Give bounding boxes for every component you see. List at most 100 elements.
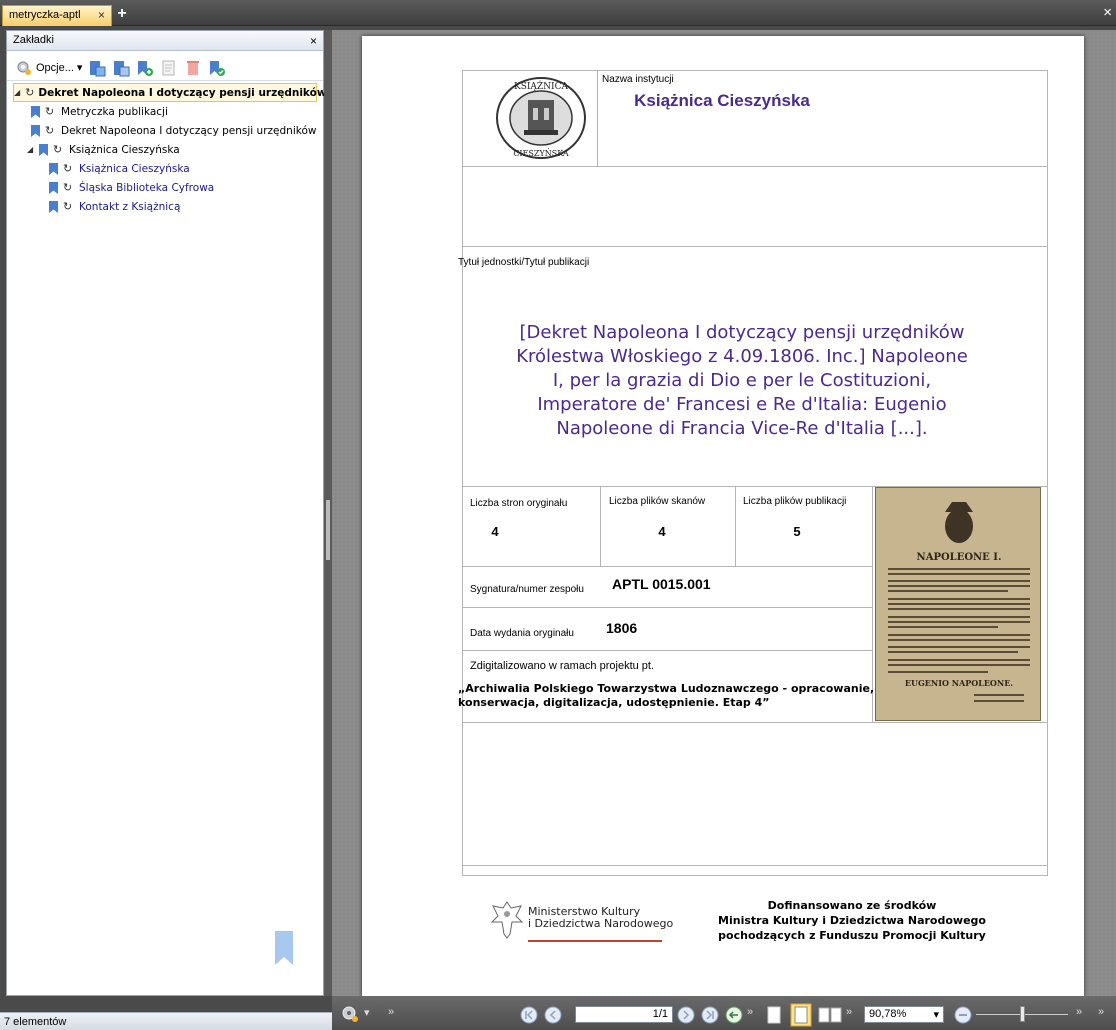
document-viewport[interactable]: KSIĄŻNICA CIESZYŃSKA Nazwa instytucji Ks… <box>332 30 1116 996</box>
first-page-icon[interactable] <box>520 1006 538 1024</box>
project-line: konserwacja, digitalizacja, udostępnieni… <box>458 696 770 709</box>
delete-bookmark-icon[interactable] <box>184 59 202 77</box>
bookmark-label: Książnica Cieszyńska <box>79 162 190 175</box>
scans-label: Liczba plików skanów <box>609 496 706 507</box>
refresh-icon: ↻ <box>63 200 73 213</box>
bookmark-count: 7 elementów <box>4 1016 67 1028</box>
options-button[interactable]: Opcje... ▾ <box>15 59 82 77</box>
funding-note: Dofinansowano ze środków Ministra Kultur… <box>702 898 1002 943</box>
funding-line: pochodzących z Funduszu Promocji Kultury <box>718 929 986 942</box>
collapse-triangle-icon[interactable]: ◢ <box>14 88 20 97</box>
navigation-toolbar: ▾ » 1/1 » » 90,78% ▾ » » <box>332 996 1116 1030</box>
divider <box>462 650 872 651</box>
title-line: Królestwa Włoskiego z 4.09.1806. Inc.] N… <box>516 346 968 367</box>
back-icon[interactable] <box>725 1006 743 1024</box>
date-label: Data wydania oryginału <box>470 628 574 639</box>
more-chevron-icon[interactable]: » <box>1098 1006 1104 1018</box>
refresh-icon: ↻ <box>63 181 73 194</box>
refresh-icon: ↻ <box>45 105 55 118</box>
more-chevron-icon[interactable]: » <box>747 1006 753 1018</box>
refresh-icon: ↻ <box>45 124 55 137</box>
bookmark-item-ksiaznica-group[interactable]: ◢ ↻ Książnica Cieszyńska <box>13 140 323 159</box>
next-page-icon[interactable] <box>677 1006 695 1024</box>
logo-text-bottom: CIESZYŃSKA <box>513 149 569 158</box>
eagle-emblem-icon <box>490 901 524 939</box>
ministry-underline <box>528 940 662 942</box>
bookmark-item-metryczka[interactable]: ↻ Metryczka publikacji <box>13 102 323 121</box>
more-chevron-icon[interactable]: » <box>846 1006 852 1018</box>
institution-name: Książnica Cieszyńska <box>634 91 810 110</box>
new-tab-button[interactable]: + <box>115 6 129 23</box>
collapse-triangle-icon[interactable]: ◢ <box>27 145 39 154</box>
divider <box>735 486 736 566</box>
chevron-down-icon: ▾ <box>933 1009 939 1021</box>
more-chevron-icon[interactable]: » <box>1076 1006 1082 1018</box>
project-name: „Archiwalia Polskiego Towarzystwa Ludozn… <box>458 682 878 710</box>
bookmarks-panel-title: Zakładki <box>13 34 54 46</box>
pages-label: Liczba stron oryginału <box>470 498 568 509</box>
divider <box>462 246 1048 247</box>
chevron-down-icon: ▾ <box>76 62 83 74</box>
single-page-icon[interactable] <box>766 1006 782 1024</box>
bookmark-icon <box>49 200 58 213</box>
page-number-field[interactable]: 1/1 <box>575 1006 673 1023</box>
ministry-name: Ministerstwo Kultury i Dziedzictwa Narod… <box>528 906 678 930</box>
metadata-table <box>462 70 1048 876</box>
zoom-out-icon[interactable] <box>954 1006 972 1024</box>
window-close-icon[interactable]: × <box>1103 4 1112 21</box>
add-bookmark-icon[interactable] <box>136 59 154 77</box>
bookmark-watermark-icon <box>275 931 293 965</box>
continuous-page-icon[interactable] <box>790 1003 812 1027</box>
bookmark-item-sbc-link[interactable]: ↻ Śląska Biblioteka Cyfrowa <box>13 178 323 197</box>
funding-line: Ministra Kultury i Dziedzictwa Narodoweg… <box>718 914 986 927</box>
bookmark-icon <box>49 162 58 175</box>
funding-line: Dofinansowano ze środków <box>767 899 937 912</box>
ksiaznica-logo: KSIĄŻNICA CIESZYŃSKA <box>496 77 586 159</box>
bookmark-tree: ◢ ↻ Dekret Napoleona I dotyczący pensji … <box>7 81 327 216</box>
title-label: Tytuł jednostki/Tytuł publikacji <box>458 257 590 268</box>
gear-icon[interactable] <box>340 1004 360 1024</box>
bookmark-icon <box>49 181 58 194</box>
chevron-down-icon[interactable]: ▾ <box>364 1006 370 1019</box>
panel-splitter[interactable] <box>324 30 332 996</box>
bookmark-label: Śląska Biblioteka Cyfrowa <box>79 181 215 194</box>
title-line: Napoleone di Francia Vice-Re d'Italia [.… <box>556 418 928 439</box>
divider <box>462 566 872 567</box>
bookmark-properties-icon[interactable] <box>160 59 178 77</box>
date-value: 1806 <box>606 620 638 636</box>
tab-document[interactable]: metryczka-aptl × <box>2 5 112 26</box>
institution-label: Nazwa instytucji <box>602 74 674 85</box>
bookmark-label: Kontakt z Książnicą <box>79 200 181 213</box>
collapse-bookmark-icon[interactable] <box>112 59 130 77</box>
ministry-line: i Dziedzictwa Narodowego <box>528 917 674 930</box>
publication-title: [Dekret Napoleona I dotyczący pensji urz… <box>462 321 1022 441</box>
bookmark-label: Dekret Napoleona I dotyczący pensji urzę… <box>61 124 317 137</box>
pages-value: 4 <box>491 524 499 539</box>
bookmarks-panel-header: Zakładki × <box>7 31 323 51</box>
status-bar: 7 elementów <box>0 1012 332 1030</box>
zoom-level-select[interactable]: 90,78% ▾ <box>864 1006 944 1023</box>
files-label: Liczba plików publikacji <box>743 496 847 507</box>
project-line: „Archiwalia Polskiego Towarzystwa Ludozn… <box>458 682 875 695</box>
last-page-icon[interactable] <box>701 1006 719 1024</box>
previous-page-icon[interactable] <box>544 1006 562 1024</box>
thumbnail-heading: NAPOLEONE I. <box>917 552 1002 563</box>
divider <box>600 486 601 566</box>
facing-pages-icon[interactable] <box>818 1006 842 1024</box>
bookmark-item-kontakt-link[interactable]: ↻ Kontakt z Książnicą <box>13 197 323 216</box>
refresh-icon: ↻ <box>53 143 63 156</box>
tab-strip: metryczka-aptl × + × <box>0 0 1116 26</box>
bookmark-item-dekret[interactable]: ◢ ↻ Dekret Napoleona I dotyczący pensji … <box>13 83 327 102</box>
bookmark-item-dekret-page[interactable]: ↻ Dekret Napoleona I dotyczący pensji ur… <box>13 121 323 140</box>
expand-bookmark-icon[interactable] <box>88 59 106 77</box>
more-chevron-icon[interactable]: » <box>388 1006 394 1018</box>
signature-value: APTL 0015.001 <box>612 576 711 592</box>
logo-text-top: KSIĄŻNICA <box>514 80 569 92</box>
tab-close-icon[interactable]: × <box>98 8 105 22</box>
panel-close-icon[interactable]: × <box>310 34 317 48</box>
zoom-slider-handle[interactable] <box>1020 1006 1025 1022</box>
bookmark-item-ksiaznica-link[interactable]: ↻ Książnica Cieszyńska <box>13 159 323 178</box>
set-destination-icon[interactable] <box>208 59 226 77</box>
document-thumbnail: NAPOLEONE I. EUGENIO NAPOLEONE. <box>875 487 1041 721</box>
scans-value: 4 <box>658 524 666 539</box>
